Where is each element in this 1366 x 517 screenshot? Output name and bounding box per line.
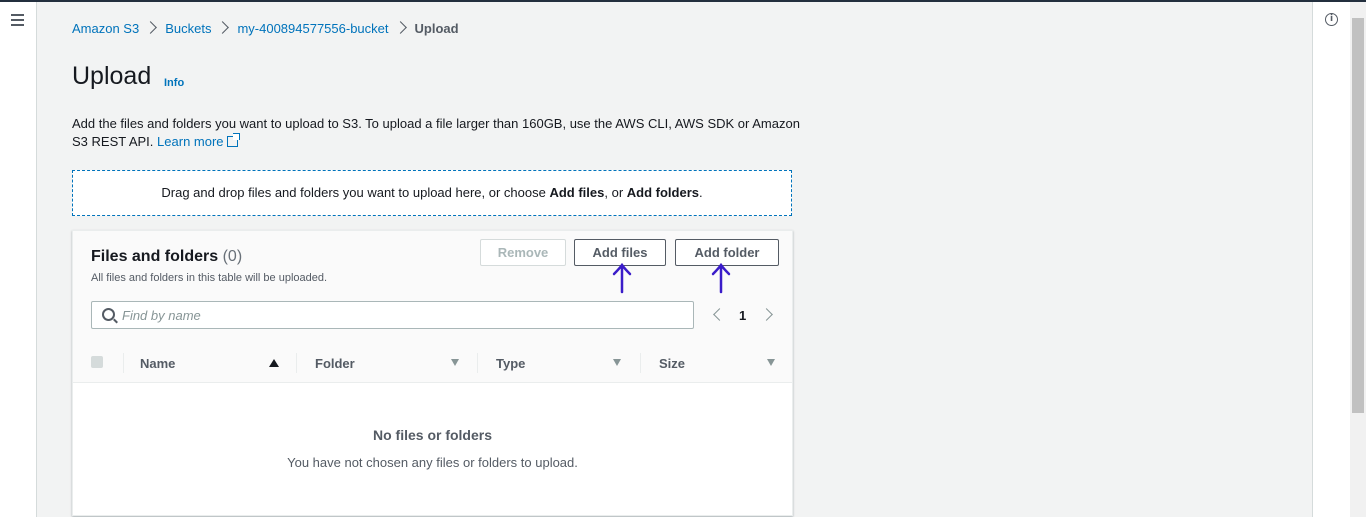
- learn-more-label: Learn more: [157, 134, 224, 149]
- breadcrumb-bucket-name[interactable]: my-400894577556-bucket: [237, 21, 388, 36]
- column-divider: [296, 353, 297, 373]
- panel-subtitle: All files and folders in this table will…: [91, 272, 328, 284]
- page-title: Upload: [72, 62, 152, 90]
- chevron-right-icon: [144, 21, 158, 34]
- column-header-name[interactable]: Name: [140, 356, 175, 371]
- dropzone-text-suffix: .: [699, 185, 703, 200]
- table-header: Name Folder Type Size: [73, 344, 792, 383]
- navigation-rail: [0, 2, 37, 517]
- breadcrumb: Amazon S3 Buckets my-400894577556-bucket Up…: [72, 21, 459, 36]
- select-all-checkbox[interactable]: [91, 356, 103, 368]
- breadcrumb-amazon-s3[interactable]: Amazon S3: [72, 21, 139, 36]
- panel-title: Files and folders (0): [91, 248, 242, 266]
- column-header-type[interactable]: Type: [496, 356, 525, 371]
- learn-more-link[interactable]: Learn more: [157, 133, 240, 149]
- search-input[interactable]: [122, 302, 682, 328]
- search-icon: [102, 308, 115, 321]
- panel-header: Files and folders (0) All files and fold…: [73, 231, 792, 345]
- empty-state-subtitle: You have not chosen any files or folders…: [287, 455, 578, 470]
- info-link[interactable]: Info: [164, 77, 184, 89]
- dropzone-add-files: Add files: [549, 185, 605, 200]
- file-count: (0): [222, 248, 243, 265]
- remove-button[interactable]: Remove: [480, 239, 566, 266]
- page-number[interactable]: 1: [739, 308, 746, 323]
- page-scrollbar[interactable]: [1350, 2, 1366, 517]
- chevron-right-icon[interactable]: [760, 308, 773, 321]
- empty-state-title: No files or folders: [372, 427, 493, 443]
- arrow-up-annotation-icon: [711, 262, 731, 294]
- upload-dropzone[interactable]: Drag and drop files and folders you want…: [72, 170, 792, 216]
- column-divider: [640, 353, 641, 373]
- search-box: [91, 301, 694, 329]
- files-and-folders-panel: Files and folders (0) All files and fold…: [72, 230, 793, 516]
- sort-ascending-icon[interactable]: [269, 359, 279, 367]
- chevron-left-icon[interactable]: [713, 308, 726, 321]
- dropzone-text-prefix: Drag and drop files and folders you want…: [161, 185, 550, 200]
- dropzone-text-middle: , or: [604, 185, 627, 200]
- column-header-size[interactable]: Size: [659, 356, 685, 371]
- info-icon[interactable]: i: [1325, 13, 1338, 26]
- page-description: Add the files and folders you want to up…: [72, 115, 802, 151]
- sort-icon[interactable]: [451, 359, 459, 366]
- column-divider: [477, 353, 478, 373]
- scrollbar-thumb[interactable]: [1352, 18, 1364, 413]
- tools-rail: i: [1312, 2, 1351, 517]
- breadcrumb-buckets[interactable]: Buckets: [165, 21, 211, 36]
- column-divider: [123, 353, 124, 373]
- panel-title-text: Files and folders: [91, 248, 219, 265]
- arrow-up-annotation-icon: [612, 262, 632, 294]
- hamburger-menu-icon[interactable]: [11, 14, 24, 26]
- chevron-right-icon: [393, 21, 407, 34]
- sort-icon[interactable]: [767, 359, 775, 366]
- dropzone-add-folders: Add folders: [626, 185, 699, 200]
- chevron-right-icon: [216, 21, 230, 34]
- external-link-icon: [226, 133, 240, 147]
- breadcrumb-current: Upload: [414, 21, 459, 36]
- sort-icon[interactable]: [613, 359, 621, 366]
- column-header-folder[interactable]: Folder: [315, 356, 355, 371]
- top-border: [0, 0, 1366, 2]
